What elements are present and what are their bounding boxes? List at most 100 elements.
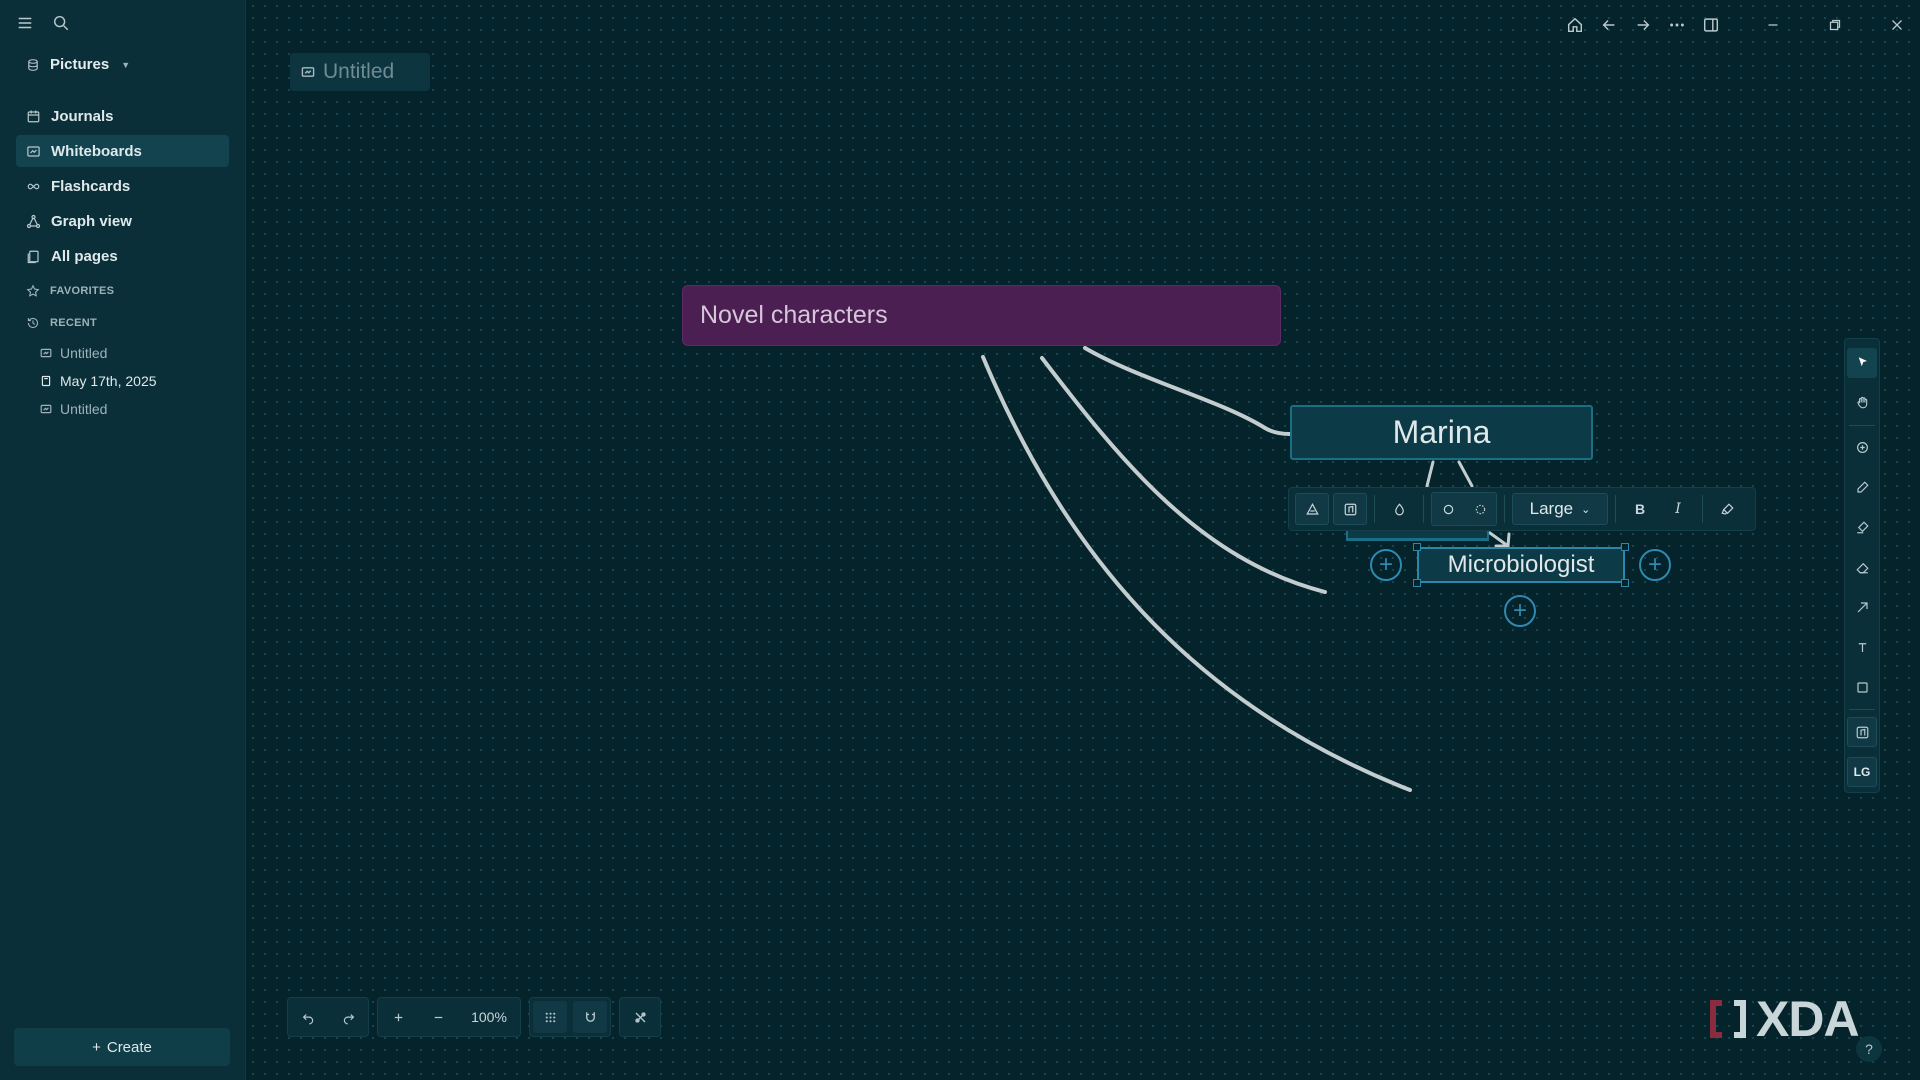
- more-icon[interactable]: [1664, 12, 1690, 38]
- pen-tool[interactable]: [1847, 473, 1877, 503]
- tools-button[interactable]: [620, 997, 660, 1037]
- graph-selector[interactable]: Pictures ▼: [26, 56, 130, 73]
- shape-format-toolbar: Large ⌄ B I: [1288, 487, 1756, 531]
- whiteboard-icon: [301, 67, 315, 77]
- italic-button[interactable]: I: [1661, 493, 1695, 525]
- sidebar-toggle-icon[interactable]: [1698, 12, 1724, 38]
- infinity-icon: [27, 183, 40, 189]
- node-label: Novel characters: [700, 301, 888, 329]
- grid-snap-group: [529, 997, 611, 1037]
- highlighter-icon: [1856, 521, 1869, 534]
- plus-icon: +: [92, 1038, 101, 1056]
- size-toggle-label: LG: [1853, 765, 1871, 780]
- graph-name: Pictures: [50, 56, 110, 73]
- pan-tool[interactable]: [1847, 388, 1877, 418]
- arrow-right-icon[interactable]: [1630, 12, 1656, 38]
- arrow-left-icon[interactable]: [1596, 12, 1622, 38]
- node-marina[interactable]: Marina: [1290, 405, 1593, 460]
- highlighter-icon: [1720, 502, 1734, 515]
- text-color-button[interactable]: [1710, 493, 1744, 525]
- size-toggle-tool[interactable]: LG: [1847, 757, 1877, 787]
- add-left-node-button[interactable]: +: [1370, 549, 1402, 581]
- highlighter-tool[interactable]: [1847, 513, 1877, 543]
- whiteboard-canvas[interactable]: [247, 0, 1920, 1080]
- grid-toggle-button[interactable]: [533, 1001, 567, 1033]
- portal-tool[interactable]: [1847, 717, 1877, 748]
- xda-bracket-icon: [1710, 1000, 1746, 1038]
- eraser-tool[interactable]: [1847, 553, 1877, 583]
- bold-button[interactable]: B: [1623, 493, 1657, 525]
- sidebar-item-all-pages[interactable]: All pages: [16, 240, 229, 272]
- solid-stroke-button[interactable]: [1432, 493, 1464, 525]
- chevron-down-icon: ⌄: [1581, 503, 1591, 516]
- recent-item-label: Untitled: [60, 401, 108, 417]
- plus-icon: +: [1378, 551, 1393, 578]
- add-block-tool[interactable]: [1847, 433, 1877, 463]
- shape-style-button[interactable]: [1295, 493, 1329, 525]
- recent-section[interactable]: RECENT: [16, 307, 229, 339]
- history-icon: [27, 317, 39, 329]
- arrow-up-right-icon: [1857, 602, 1868, 613]
- connector-tool[interactable]: [1847, 592, 1877, 622]
- menu-icon[interactable]: [14, 12, 36, 34]
- tools-group: [619, 997, 661, 1037]
- magnet-icon: [585, 1011, 595, 1022]
- rectangle-tool[interactable]: [1847, 672, 1877, 702]
- help-button[interactable]: ?: [1856, 1036, 1882, 1062]
- undo-icon: [302, 1013, 313, 1024]
- watermark-text: XDA: [1756, 991, 1860, 1047]
- page-title[interactable]: Untitled: [290, 53, 430, 91]
- sidebar-item-whiteboards[interactable]: Whiteboards: [16, 135, 229, 167]
- recent-list: Untitled May 17th, 2025 Untitled: [16, 339, 229, 423]
- select-tool[interactable]: [1847, 348, 1877, 378]
- undo-button[interactable]: [288, 997, 328, 1037]
- font-size-select[interactable]: Large ⌄: [1512, 493, 1608, 525]
- recent-label: RECENT: [50, 317, 98, 329]
- star-icon: [26, 284, 40, 297]
- recent-item[interactable]: Untitled: [40, 395, 229, 423]
- redo-button[interactable]: [328, 997, 368, 1037]
- home-icon[interactable]: [1562, 12, 1588, 38]
- search-icon[interactable]: [50, 12, 72, 34]
- recent-item[interactable]: May 17th, 2025: [40, 367, 229, 395]
- favorites-section[interactable]: FAVORITES: [16, 275, 229, 307]
- create-label: Create: [106, 1038, 152, 1056]
- add-child-node-button[interactable]: +: [1504, 595, 1536, 627]
- help-label: ?: [1865, 1041, 1873, 1057]
- recent-item[interactable]: Untitled: [40, 339, 229, 367]
- favorites-label: FAVORITES: [50, 285, 115, 297]
- resize-handle[interactable]: [1413, 579, 1421, 587]
- plus-icon: +: [1647, 551, 1662, 578]
- dashed-stroke-button[interactable]: [1464, 493, 1496, 525]
- close-icon[interactable]: [1884, 12, 1910, 38]
- database-icon: [28, 58, 38, 71]
- whiteboard-icon: [40, 348, 52, 358]
- cursor-icon: [1858, 357, 1867, 367]
- sidebar-item-graph-view[interactable]: Graph view: [16, 205, 229, 237]
- resize-handle[interactable]: [1621, 543, 1629, 551]
- history-group: [287, 997, 369, 1037]
- minimize-icon[interactable]: [1760, 12, 1786, 38]
- shape-type-button[interactable]: [1333, 493, 1367, 525]
- zoom-out-button[interactable]: [418, 997, 458, 1037]
- grid-dots-icon: [545, 1012, 555, 1022]
- zoom-in-button[interactable]: [378, 997, 418, 1037]
- snap-toggle-button[interactable]: [573, 1001, 607, 1033]
- zoom-level[interactable]: 100%: [458, 997, 520, 1037]
- node-microbiologist[interactable]: Microbiologist: [1417, 547, 1625, 583]
- graph-icon: [26, 214, 41, 228]
- fill-color-button[interactable]: [1382, 493, 1416, 525]
- resize-handle[interactable]: [1413, 543, 1421, 551]
- sidebar-item-journals[interactable]: Journals: [16, 100, 229, 132]
- whiteboard-tool-rail: LG: [1844, 338, 1880, 793]
- text-tool[interactable]: [1847, 632, 1877, 662]
- create-button[interactable]: + Create: [14, 1028, 230, 1066]
- sidebar-item-flashcards[interactable]: Flashcards: [16, 170, 229, 202]
- square-icon: [1856, 682, 1868, 693]
- resize-handle[interactable]: [1621, 579, 1629, 587]
- node-novel-characters[interactable]: Novel characters: [682, 285, 1281, 346]
- page-title-text: Untitled: [323, 60, 395, 83]
- restore-icon[interactable]: [1822, 12, 1848, 38]
- node-label: Microbiologist: [1447, 551, 1595, 578]
- add-right-node-button[interactable]: +: [1639, 549, 1671, 581]
